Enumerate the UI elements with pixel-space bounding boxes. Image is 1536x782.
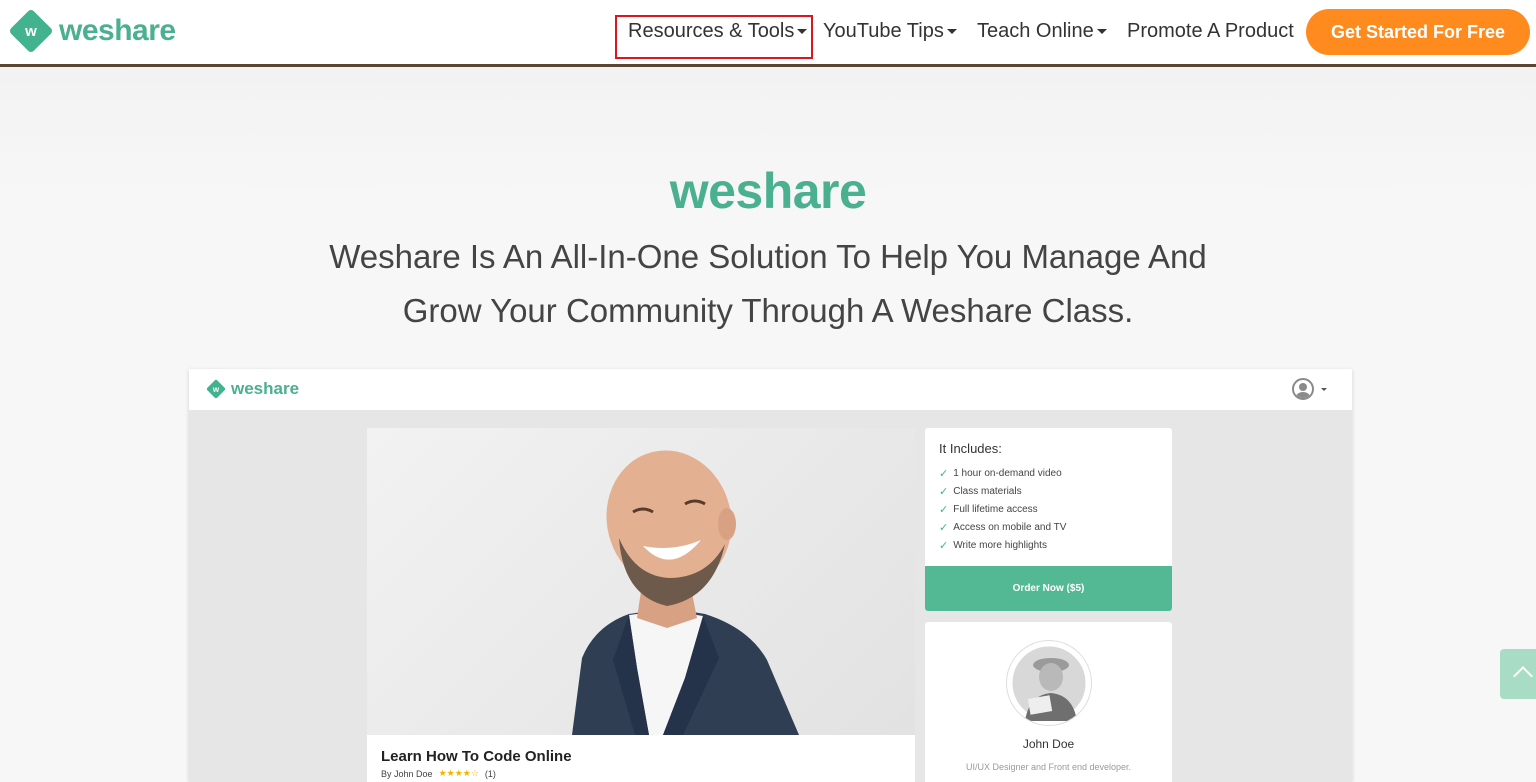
get-started-button[interactable]: Get Started For Free — [1306, 9, 1530, 55]
check-icon: ✓ — [939, 485, 949, 498]
mockup-header: w weshare — [189, 369, 1352, 410]
nav-label: Promote A Product — [1127, 20, 1294, 42]
includes-title: It Includes: — [939, 441, 1002, 456]
hero-tagline-line1: Weshare Is An All-In-One Solution To Hel… — [329, 238, 1207, 275]
includes-item-label: Full lifetime access — [953, 503, 1038, 515]
mockup-logo-diamond-icon: w — [206, 379, 226, 399]
author-name: John Doe — [1022, 737, 1075, 751]
course-photo — [367, 428, 915, 735]
course-title: Learn How To Code Online — [381, 748, 572, 765]
course-meta: By John Doe ★★★★☆ (1) — [381, 768, 496, 779]
logo-mark: w — [25, 22, 37, 40]
site-logo[interactable]: w weshare — [8, 8, 176, 54]
author-card: John Doe UI/UX Designer and Front end de… — [925, 622, 1172, 782]
course-author-name: John Doe — [394, 768, 433, 779]
user-avatar-icon — [1292, 378, 1314, 400]
annotation-highlight-box — [615, 15, 813, 59]
mockup-logo: w weshare — [206, 379, 299, 399]
check-icon: ✓ — [939, 503, 949, 516]
author-avatar — [1007, 641, 1091, 725]
mockup-logo-text: weshare — [231, 379, 300, 398]
top-navigation-bar: w weshare Resources & Tools YouTube Tips… — [0, 0, 1536, 67]
course-author: By John Doe — [381, 769, 433, 779]
includes-item-label: 1 hour on-demand video — [953, 467, 1062, 479]
nav-teach-online[interactable]: Teach Online — [977, 20, 1107, 43]
author-photo-illustration — [1009, 643, 1089, 723]
check-icon: ✓ — [939, 539, 949, 552]
includes-item-label: Class materials — [953, 485, 1022, 497]
caret-down-icon — [1096, 29, 1107, 34]
review-count: (1) — [484, 768, 496, 779]
rating-stars-icon: ★★★★☆ — [438, 768, 479, 778]
check-icon: ✓ — [939, 467, 949, 480]
course-by-label: By — [381, 768, 392, 779]
includes-item: ✓ Class materials — [939, 482, 1066, 500]
logo-text: weshare — [59, 14, 176, 47]
smiling-man-illustration — [572, 450, 799, 735]
hero-tagline: Weshare Is An All-In-One Solution To Hel… — [268, 230, 1268, 338]
product-mockup: w weshare Learn How To Code Online By Jo… — [189, 369, 1352, 782]
nav-promote-a-product[interactable]: Promote A Product — [1127, 20, 1294, 43]
scroll-to-top-button[interactable] — [1500, 649, 1536, 699]
nav-label: Teach Online — [977, 20, 1094, 42]
order-now-button[interactable]: Order Now ($5) — [925, 566, 1172, 611]
includes-list: ✓ 1 hour on-demand video ✓ Class materials… — [939, 464, 1066, 554]
chevron-up-icon — [1513, 666, 1533, 686]
includes-item: ✓ 1 hour on-demand video — [939, 464, 1066, 482]
nav-label: YouTube Tips — [823, 20, 944, 42]
includes-item-label: Access on mobile and TV — [953, 521, 1067, 533]
caret-down-icon — [946, 29, 957, 34]
includes-item: ✓ Full lifetime access — [939, 500, 1066, 518]
includes-item: ✓ Write more highlights — [939, 536, 1066, 554]
includes-item-label: Write more highlights — [953, 539, 1047, 551]
includes-item: ✓ Access on mobile and TV — [939, 518, 1066, 536]
includes-card: It Includes: ✓ 1 hour on-demand video ✓ Cl… — [925, 428, 1172, 611]
nav-youtube-tips[interactable]: YouTube Tips — [823, 20, 957, 43]
author-bio: UI/UX Designer and Front end developer. — [965, 762, 1132, 772]
course-info-card: Learn How To Code Online By John Doe ★★★… — [367, 735, 915, 782]
hero-tagline-line2: Grow Your Community Through A Weshare Cl… — [402, 292, 1134, 329]
caret-down-icon — [1321, 388, 1327, 391]
logo-diamond-icon: w — [8, 8, 54, 54]
hero-logo-text: weshare — [669, 163, 867, 219]
mockup-logo-mark: w — [212, 384, 220, 394]
check-icon: ✓ — [939, 521, 949, 534]
